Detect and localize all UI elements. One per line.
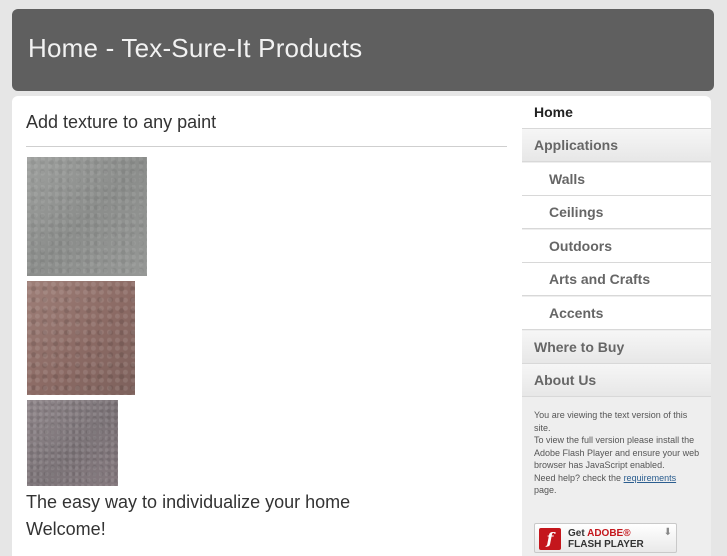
texture-swatch-rose bbox=[27, 281, 135, 395]
nav-item-accents[interactable]: Accents bbox=[522, 297, 711, 330]
sidebar-nav: Home Applications Walls Ceilings Outdoor… bbox=[522, 96, 711, 556]
notice-line-text-version: You are viewing the text version of this… bbox=[534, 410, 688, 433]
nav-item-walls[interactable]: Walls bbox=[522, 163, 711, 196]
nav-item-where-to-buy[interactable]: Where to Buy bbox=[522, 331, 711, 364]
page-title: Home - Tex-Sure-It Products bbox=[28, 33, 363, 63]
flash-get-label: Get bbox=[568, 528, 585, 539]
welcome-text: Welcome! bbox=[26, 519, 106, 539]
nav-item-outdoors[interactable]: Outdoors bbox=[522, 230, 711, 263]
tagline: The easy way to individualize your home bbox=[26, 492, 351, 512]
nav-item-arts-and-crafts[interactable]: Arts and Crafts bbox=[522, 263, 711, 296]
download-arrow-icon: ⬇ bbox=[663, 527, 672, 538]
flash-icon: f bbox=[539, 528, 561, 550]
flash-notice: You are viewing the text version of this… bbox=[534, 409, 704, 497]
divider bbox=[26, 146, 507, 147]
flash-badge-text: Get ADOBE® FLASH PLAYER bbox=[568, 528, 644, 550]
main-content: Add texture to any paint The easy way to… bbox=[12, 96, 522, 556]
requirements-link[interactable]: requirements bbox=[624, 473, 677, 483]
notice-line-install: To view the full version please install … bbox=[534, 435, 700, 470]
nav-item-about-us[interactable]: About Us bbox=[522, 364, 711, 397]
texture-swatch-mauve bbox=[27, 400, 118, 486]
notice-line-help: Need help? check the requirements bbox=[534, 472, 704, 485]
nav-item-ceilings[interactable]: Ceilings bbox=[522, 196, 711, 229]
texture-swatch-gray bbox=[27, 157, 147, 276]
notice-line-page: page. bbox=[534, 485, 557, 495]
site-header: Home - Tex-Sure-It Products bbox=[12, 9, 714, 91]
get-flash-player-button[interactable]: f Get ADOBE® FLASH PLAYER ⬇ bbox=[534, 523, 677, 553]
nav-item-home[interactable]: Home bbox=[522, 96, 711, 129]
nav-item-applications[interactable]: Applications bbox=[522, 129, 711, 162]
flash-brand-label: ADOBE® bbox=[587, 528, 631, 539]
help-prefix: Need help? check the bbox=[534, 472, 624, 483]
content-heading: Add texture to any paint bbox=[26, 112, 217, 132]
